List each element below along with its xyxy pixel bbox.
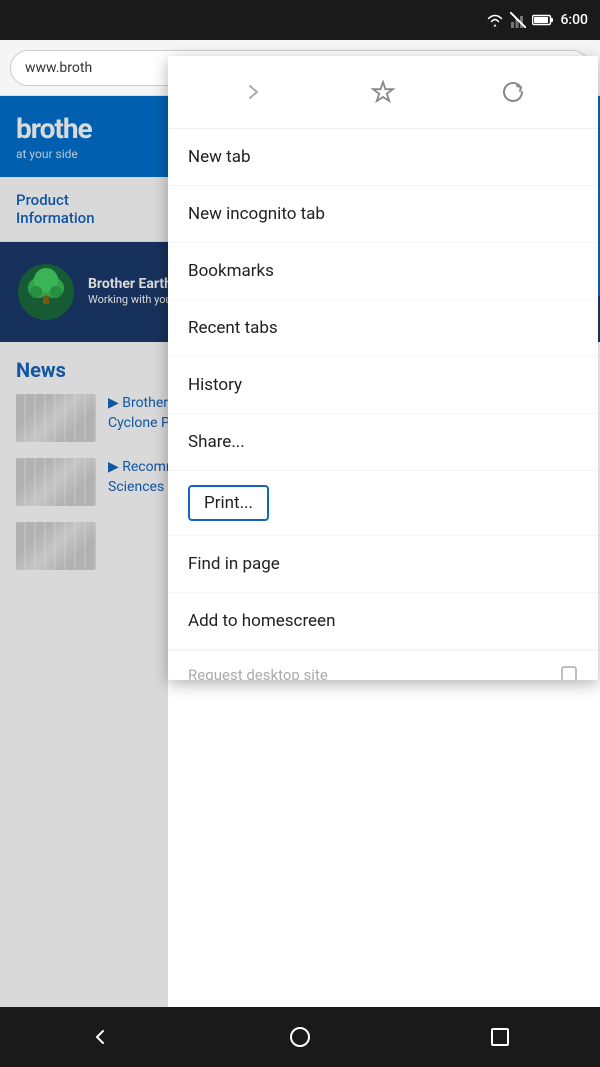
recent-apps-button[interactable] xyxy=(475,1012,525,1062)
bookmark-icon[interactable] xyxy=(361,70,405,114)
menu-item-add-to-homescreen[interactable]: Add to homescreen xyxy=(168,593,598,650)
bottom-nav xyxy=(0,1007,600,1067)
forward-icon[interactable] xyxy=(231,70,275,114)
status-bar: 6:00 xyxy=(0,0,600,40)
menu-overlay[interactable] xyxy=(0,96,168,1007)
home-button[interactable] xyxy=(275,1012,325,1062)
menu-item-history[interactable]: History xyxy=(168,357,598,414)
refresh-icon[interactable] xyxy=(491,70,535,114)
status-time: 6:00 xyxy=(560,12,588,28)
dropdown-menu: New tab New incognito tab Bookmarks Rece… xyxy=(168,56,598,680)
partial-item-label: Request desktop site xyxy=(188,666,328,680)
wifi-icon xyxy=(486,13,504,27)
status-icons: 6:00 xyxy=(486,12,588,28)
url-text: www.broth xyxy=(25,60,92,76)
signal-icon xyxy=(510,12,526,28)
menu-item-print[interactable]: Print... xyxy=(168,471,598,536)
menu-item-request-desktop[interactable]: Request desktop site xyxy=(168,650,598,680)
menu-item-bookmarks[interactable]: Bookmarks xyxy=(168,243,598,300)
back-button[interactable] xyxy=(75,1012,125,1062)
battery-icon xyxy=(532,14,554,26)
menu-item-incognito[interactable]: New incognito tab xyxy=(168,186,598,243)
menu-item-share[interactable]: Share... xyxy=(168,414,598,471)
menu-item-recent-tabs[interactable]: Recent tabs xyxy=(168,300,598,357)
menu-item-find-in-page[interactable]: Find in page xyxy=(168,536,598,593)
menu-item-new-tab[interactable]: New tab xyxy=(168,129,598,186)
menu-header xyxy=(168,56,598,129)
print-highlight-box: Print... xyxy=(188,485,269,521)
